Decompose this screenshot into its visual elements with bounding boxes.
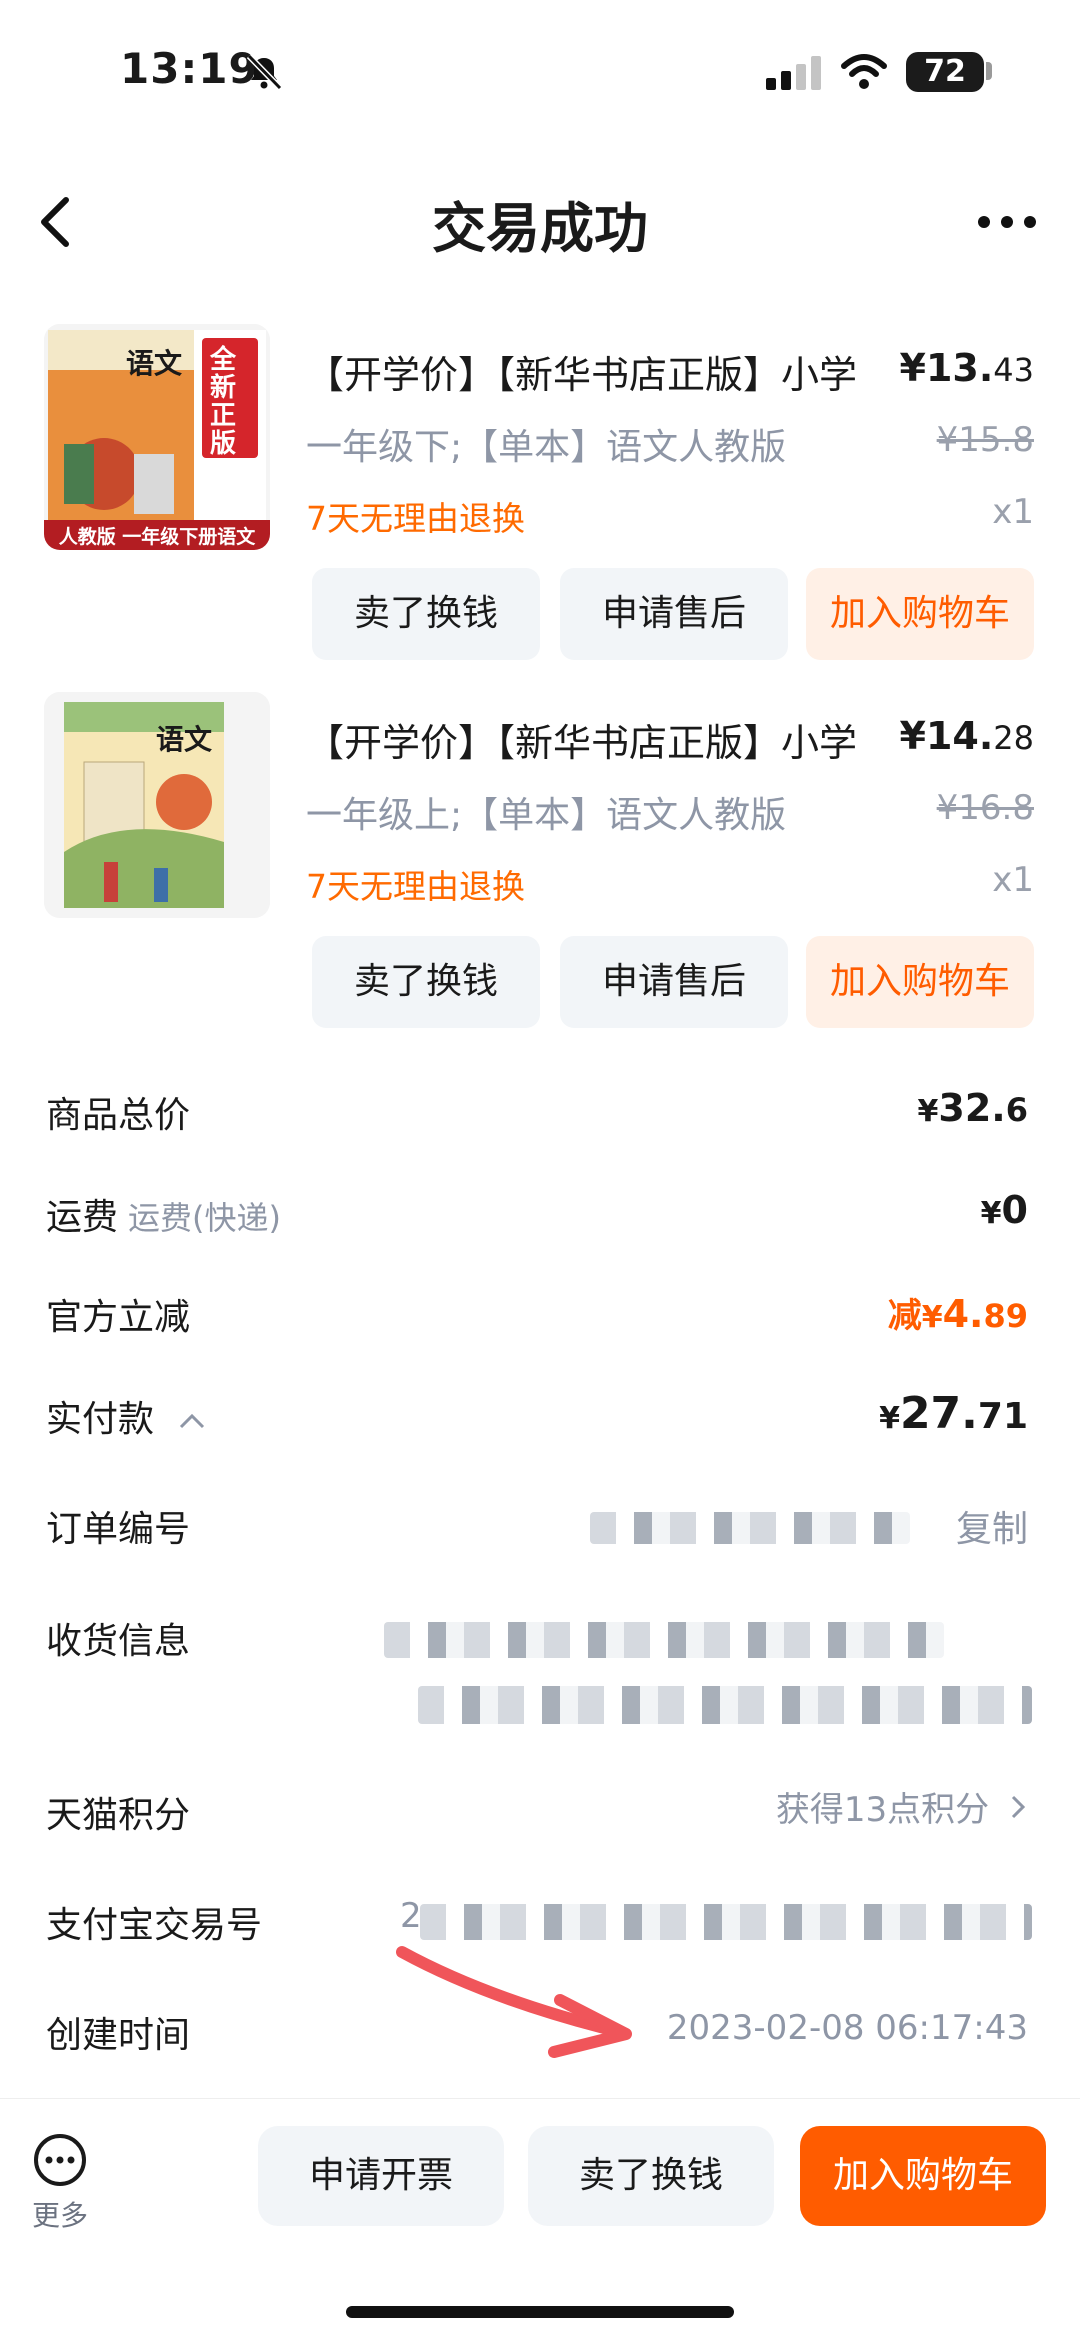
amount-integer: 27. — [899, 1388, 978, 1439]
product-title[interactable]: 【开学价】【新华书店正版】小学 — [306, 712, 906, 767]
amount-decimal: 71 — [977, 1396, 1028, 1437]
chevron-up-icon[interactable] — [177, 1411, 207, 1431]
points-text: 获得13点积分 — [775, 1790, 990, 1830]
discount-prefix: 减 — [887, 1296, 922, 1336]
product-spec: 一年级下;【单本】语文人教版 — [306, 427, 787, 468]
price-decimal: 28 — [993, 719, 1034, 757]
cover-badge-text: 全新正版 — [210, 345, 237, 459]
sell-button[interactable]: 卖了换钱 — [312, 568, 540, 660]
order-number-label: 订单编号 — [46, 1509, 191, 1550]
battery-tip — [986, 62, 992, 80]
product-price: ¥14.28 — [900, 714, 1034, 758]
shipping-value: ¥0 — [981, 1188, 1028, 1232]
annotation-arrow-icon — [396, 1946, 632, 2058]
shipping-method: 运费(快递) — [128, 1199, 281, 1237]
created-time-value: 2023-02-08 06:17:43 — [666, 2008, 1028, 2048]
return-policy-tag: 7天无理由退换 — [306, 867, 525, 906]
after-sales-button[interactable]: 申请售后 — [560, 936, 788, 1028]
currency-symbol: ¥ — [879, 1401, 900, 1436]
quantity: x1 — [992, 492, 1034, 532]
return-policy-tag: 7天无理由退换 — [306, 499, 525, 538]
copy-order-number[interactable]: 复制 — [956, 1500, 1028, 1552]
goods-total-label: 商品总价 — [46, 1095, 191, 1136]
shipping-label-text: 运费 — [46, 1197, 119, 1238]
paid-label[interactable]: 实付款 — [46, 1390, 207, 1442]
redacted-order-number — [590, 1512, 910, 1544]
wifi-icon — [841, 54, 887, 89]
cover-title-text: 语文 — [156, 723, 213, 756]
page-title: 交易成功 — [432, 197, 648, 260]
paid-value: ¥27.71 — [879, 1388, 1028, 1439]
alipay-trade-no-label: 支付宝交易号 — [46, 1905, 263, 1946]
cellular-signal-icon — [766, 56, 821, 90]
quantity: x1 — [992, 860, 1034, 900]
amount-integer: 0 — [1001, 1188, 1028, 1232]
sell-for-money-button[interactable]: 卖了换钱 — [528, 2126, 774, 2226]
chevron-right-icon — [1011, 1795, 1026, 1819]
status-time: 13:19 — [120, 44, 259, 93]
alipay-trade-no-prefix: 2 — [400, 1896, 422, 1936]
created-time-label: 创建时间 — [46, 2015, 191, 2056]
price-integer: ¥13. — [899, 346, 994, 390]
cover-bottom-text: 人教版 一年级下册语文 — [58, 526, 256, 548]
request-invoice-button[interactable]: 申请开票 — [258, 2126, 504, 2226]
tmall-points-value[interactable]: 获得13点积分 — [776, 1782, 1028, 1831]
redacted-address-line — [418, 1686, 1032, 1724]
amount-integer: 4. — [942, 1292, 984, 1336]
paid-label-text: 实付款 — [46, 1399, 155, 1440]
currency-symbol: ¥ — [921, 1300, 943, 1335]
product-title[interactable]: 【开学价】【新华书店正版】小学 — [306, 344, 906, 399]
amount-integer: 32. — [938, 1086, 1006, 1130]
redacted-address-line — [384, 1622, 944, 1658]
cover-title-text: 语文 — [126, 347, 183, 380]
tmall-points-label: 天猫积分 — [46, 1795, 191, 1836]
add-to-cart-button[interactable]: 加入购物车 — [806, 936, 1034, 1028]
discount-label: 官方立减 — [46, 1297, 191, 1338]
add-to-cart-main-button[interactable]: 加入购物车 — [800, 2126, 1046, 2226]
product-thumbnail[interactable]: 语文 全新正版 人教版 一年级下册语文 — [44, 324, 270, 550]
shipping-info-label: 收货信息 — [46, 1621, 191, 1662]
product-thumbnail[interactable]: 语文 — [44, 692, 270, 918]
original-price: ¥15.8 — [936, 420, 1034, 460]
more-circle-icon[interactable] — [24, 2130, 96, 2190]
product-spec: 一年级上;【单本】语文人教版 — [306, 795, 787, 836]
product-price: ¥13.43 — [900, 346, 1034, 390]
discount-value: 减¥4.89 — [888, 1288, 1028, 1337]
more-options-icon[interactable] — [976, 210, 1038, 234]
redacted-alipay-trade-no — [420, 1904, 1032, 1940]
goods-total-value: ¥32.6 — [918, 1086, 1028, 1130]
currency-symbol: ¥ — [917, 1094, 939, 1129]
sell-button[interactable]: 卖了换钱 — [312, 936, 540, 1028]
more-label[interactable]: 更多 — [16, 2194, 104, 2234]
amount-decimal: 89 — [983, 1297, 1028, 1335]
add-to-cart-button[interactable]: 加入购物车 — [806, 568, 1034, 660]
home-indicator — [346, 2306, 734, 2318]
silent-bell-icon — [246, 53, 283, 91]
price-decimal: 43 — [993, 351, 1034, 389]
price-integer: ¥14. — [899, 714, 994, 758]
currency-symbol: ¥ — [980, 1196, 1002, 1231]
original-price: ¥16.8 — [936, 788, 1034, 828]
shipping-label: 运费 运费(快递) — [46, 1188, 281, 1240]
amount-decimal: 6 — [1005, 1091, 1028, 1129]
battery-level: 72 — [906, 52, 984, 92]
after-sales-button[interactable]: 申请售后 — [560, 568, 788, 660]
